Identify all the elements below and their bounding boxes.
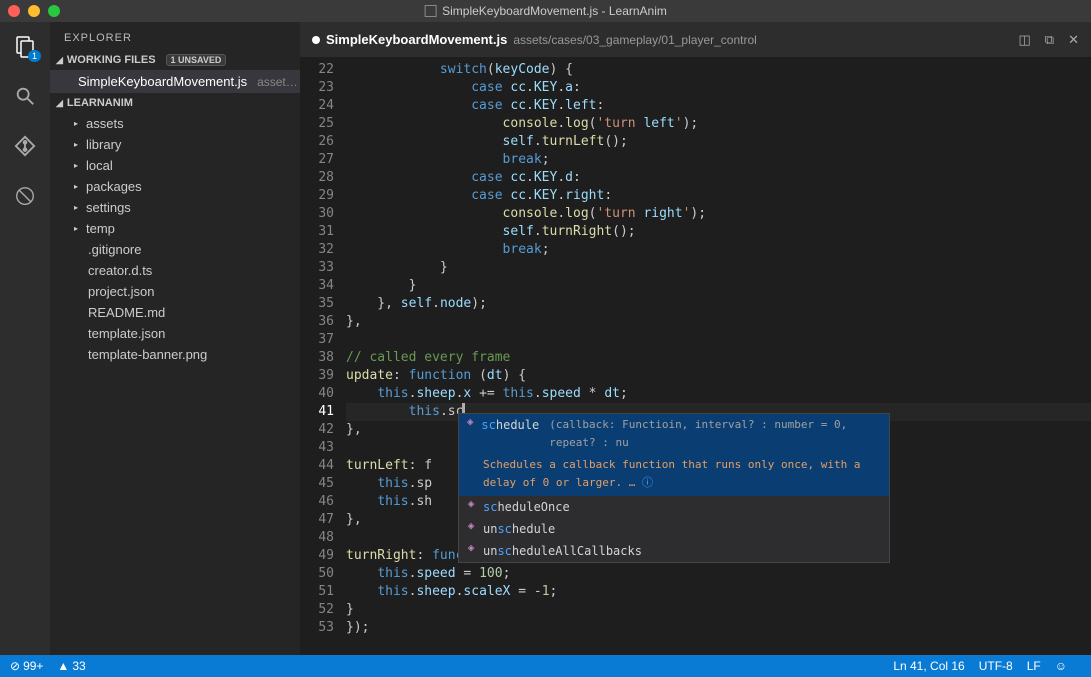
tree-file[interactable]: template-banner.png: [50, 344, 300, 365]
suggest-signature: (callback: Functioin, interval? : number…: [549, 416, 883, 452]
titlebar: SimpleKeyboardMovement.js - LearnAnim: [0, 0, 1091, 22]
tab-filename[interactable]: SimpleKeyboardMovement.js: [326, 32, 507, 47]
chevron-right-icon: ▸: [74, 203, 82, 212]
modified-indicator-icon: [312, 36, 320, 44]
tree-folder[interactable]: ▸packages: [50, 176, 300, 197]
status-eol[interactable]: LF: [1027, 659, 1041, 673]
chevron-right-icon: ▸: [74, 119, 82, 128]
activity-bar: 1: [0, 22, 50, 655]
code-editor[interactable]: 2223242526272829303132333435363738394041…: [300, 57, 1091, 655]
tree-file[interactable]: README.md: [50, 302, 300, 323]
window-title-text: SimpleKeyboardMovement.js - LearnAnim: [442, 4, 667, 18]
suggest-doc: Schedules a callback function that runs …: [459, 454, 889, 496]
info-icon[interactable]: ⓘ: [642, 476, 653, 489]
status-encoding[interactable]: UTF-8: [979, 659, 1013, 673]
status-bar: ⊘ 99+ ▲ 33 Ln 41, Col 16 UTF-8 LF ☺: [0, 655, 1091, 677]
code-content[interactable]: switch(keyCode) { case cc.KEY.a: case cc…: [346, 57, 1091, 655]
suggest-widget[interactable]: ◈ schedule (callback: Functioin, interva…: [458, 413, 890, 563]
suggest-item[interactable]: ◈ unscheduleAllCallbacks: [459, 540, 889, 562]
tree-file[interactable]: project.json: [50, 281, 300, 302]
tree-folder[interactable]: ▸assets: [50, 113, 300, 134]
line-gutter: 2223242526272829303132333435363738394041…: [300, 57, 346, 655]
suggest-item[interactable]: ◈ scheduleOnce: [459, 496, 889, 518]
warning-icon: ▲: [57, 659, 69, 673]
method-icon: ◈: [465, 520, 477, 532]
working-files-header[interactable]: ◢ WORKING FILES 1 UNSAVED: [50, 50, 300, 70]
tree-folder[interactable]: ▸library: [50, 134, 300, 155]
working-files-label: WORKING FILES: [67, 54, 156, 66]
chevron-right-icon: ▸: [74, 161, 82, 170]
tree-file[interactable]: creator.d.ts: [50, 260, 300, 281]
git-icon[interactable]: [11, 132, 39, 160]
tree-folder[interactable]: ▸local: [50, 155, 300, 176]
debug-icon[interactable]: [11, 182, 39, 210]
unsaved-badge: 1 UNSAVED: [166, 54, 227, 66]
project-header[interactable]: ◢ LEARNANIM: [50, 93, 300, 113]
search-icon[interactable]: [11, 82, 39, 110]
explorer-icon[interactable]: 1: [11, 32, 39, 60]
suggest-label: unschedule: [483, 520, 555, 538]
explorer-badge: 1: [28, 50, 41, 62]
suggest-item[interactable]: ◈ schedule (callback: Functioin, interva…: [459, 414, 889, 454]
status-warnings[interactable]: ▲ 33: [57, 659, 85, 673]
chevron-right-icon: ▸: [74, 140, 82, 149]
method-icon: ◈: [465, 416, 475, 428]
close-tab-icon[interactable]: ✕: [1068, 32, 1079, 48]
working-file-item[interactable]: SimpleKeyboardMovement.js asset…: [50, 70, 300, 93]
suggest-label: unscheduleAllCallbacks: [483, 542, 642, 560]
error-icon: ⊘: [10, 659, 20, 673]
working-file-path: asset…: [257, 75, 298, 89]
maximize-window-icon[interactable]: [48, 5, 60, 17]
feedback-icon[interactable]: ☺: [1055, 659, 1067, 673]
status-cursor[interactable]: Ln 41, Col 16: [893, 659, 964, 673]
sidebar-title: EXPLORER: [50, 22, 300, 50]
chevron-down-icon: ◢: [56, 55, 63, 66]
editor-area: SimpleKeyboardMovement.js assets/cases/0…: [300, 22, 1091, 655]
suggest-item[interactable]: ◈ unschedule: [459, 518, 889, 540]
chevron-right-icon: ▸: [74, 182, 82, 191]
suggest-label: scheduleOnce: [483, 498, 570, 516]
file-tree: ▸assets ▸library ▸local ▸packages ▸setti…: [50, 113, 300, 365]
split-editor-icon[interactable]: ◫: [1019, 32, 1031, 48]
working-file-name: SimpleKeyboardMovement.js: [78, 74, 247, 89]
tree-file[interactable]: .gitignore: [50, 239, 300, 260]
method-icon: ◈: [465, 542, 477, 554]
document-icon: [424, 5, 436, 17]
tree-folder[interactable]: ▸settings: [50, 197, 300, 218]
project-label: LEARNANIM: [67, 97, 133, 109]
chevron-down-icon: ◢: [56, 98, 63, 109]
chevron-right-icon: ▸: [74, 224, 82, 233]
tree-file[interactable]: template.json: [50, 323, 300, 344]
editor-tabs: SimpleKeyboardMovement.js assets/cases/0…: [300, 22, 1091, 57]
close-window-icon[interactable]: [8, 5, 20, 17]
method-icon: ◈: [465, 498, 477, 510]
sidebar: EXPLORER ◢ WORKING FILES 1 UNSAVED Simpl…: [50, 22, 300, 655]
minimize-window-icon[interactable]: [28, 5, 40, 17]
tab-path: assets/cases/03_gameplay/01_player_contr…: [513, 33, 756, 47]
suggest-label: schedule: [481, 416, 539, 434]
more-actions-icon[interactable]: ⧉: [1045, 32, 1054, 48]
window-controls: [0, 5, 60, 17]
window-title: SimpleKeyboardMovement.js - LearnAnim: [424, 4, 667, 18]
status-errors[interactable]: ⊘ 99+: [10, 659, 43, 673]
tree-folder[interactable]: ▸temp: [50, 218, 300, 239]
